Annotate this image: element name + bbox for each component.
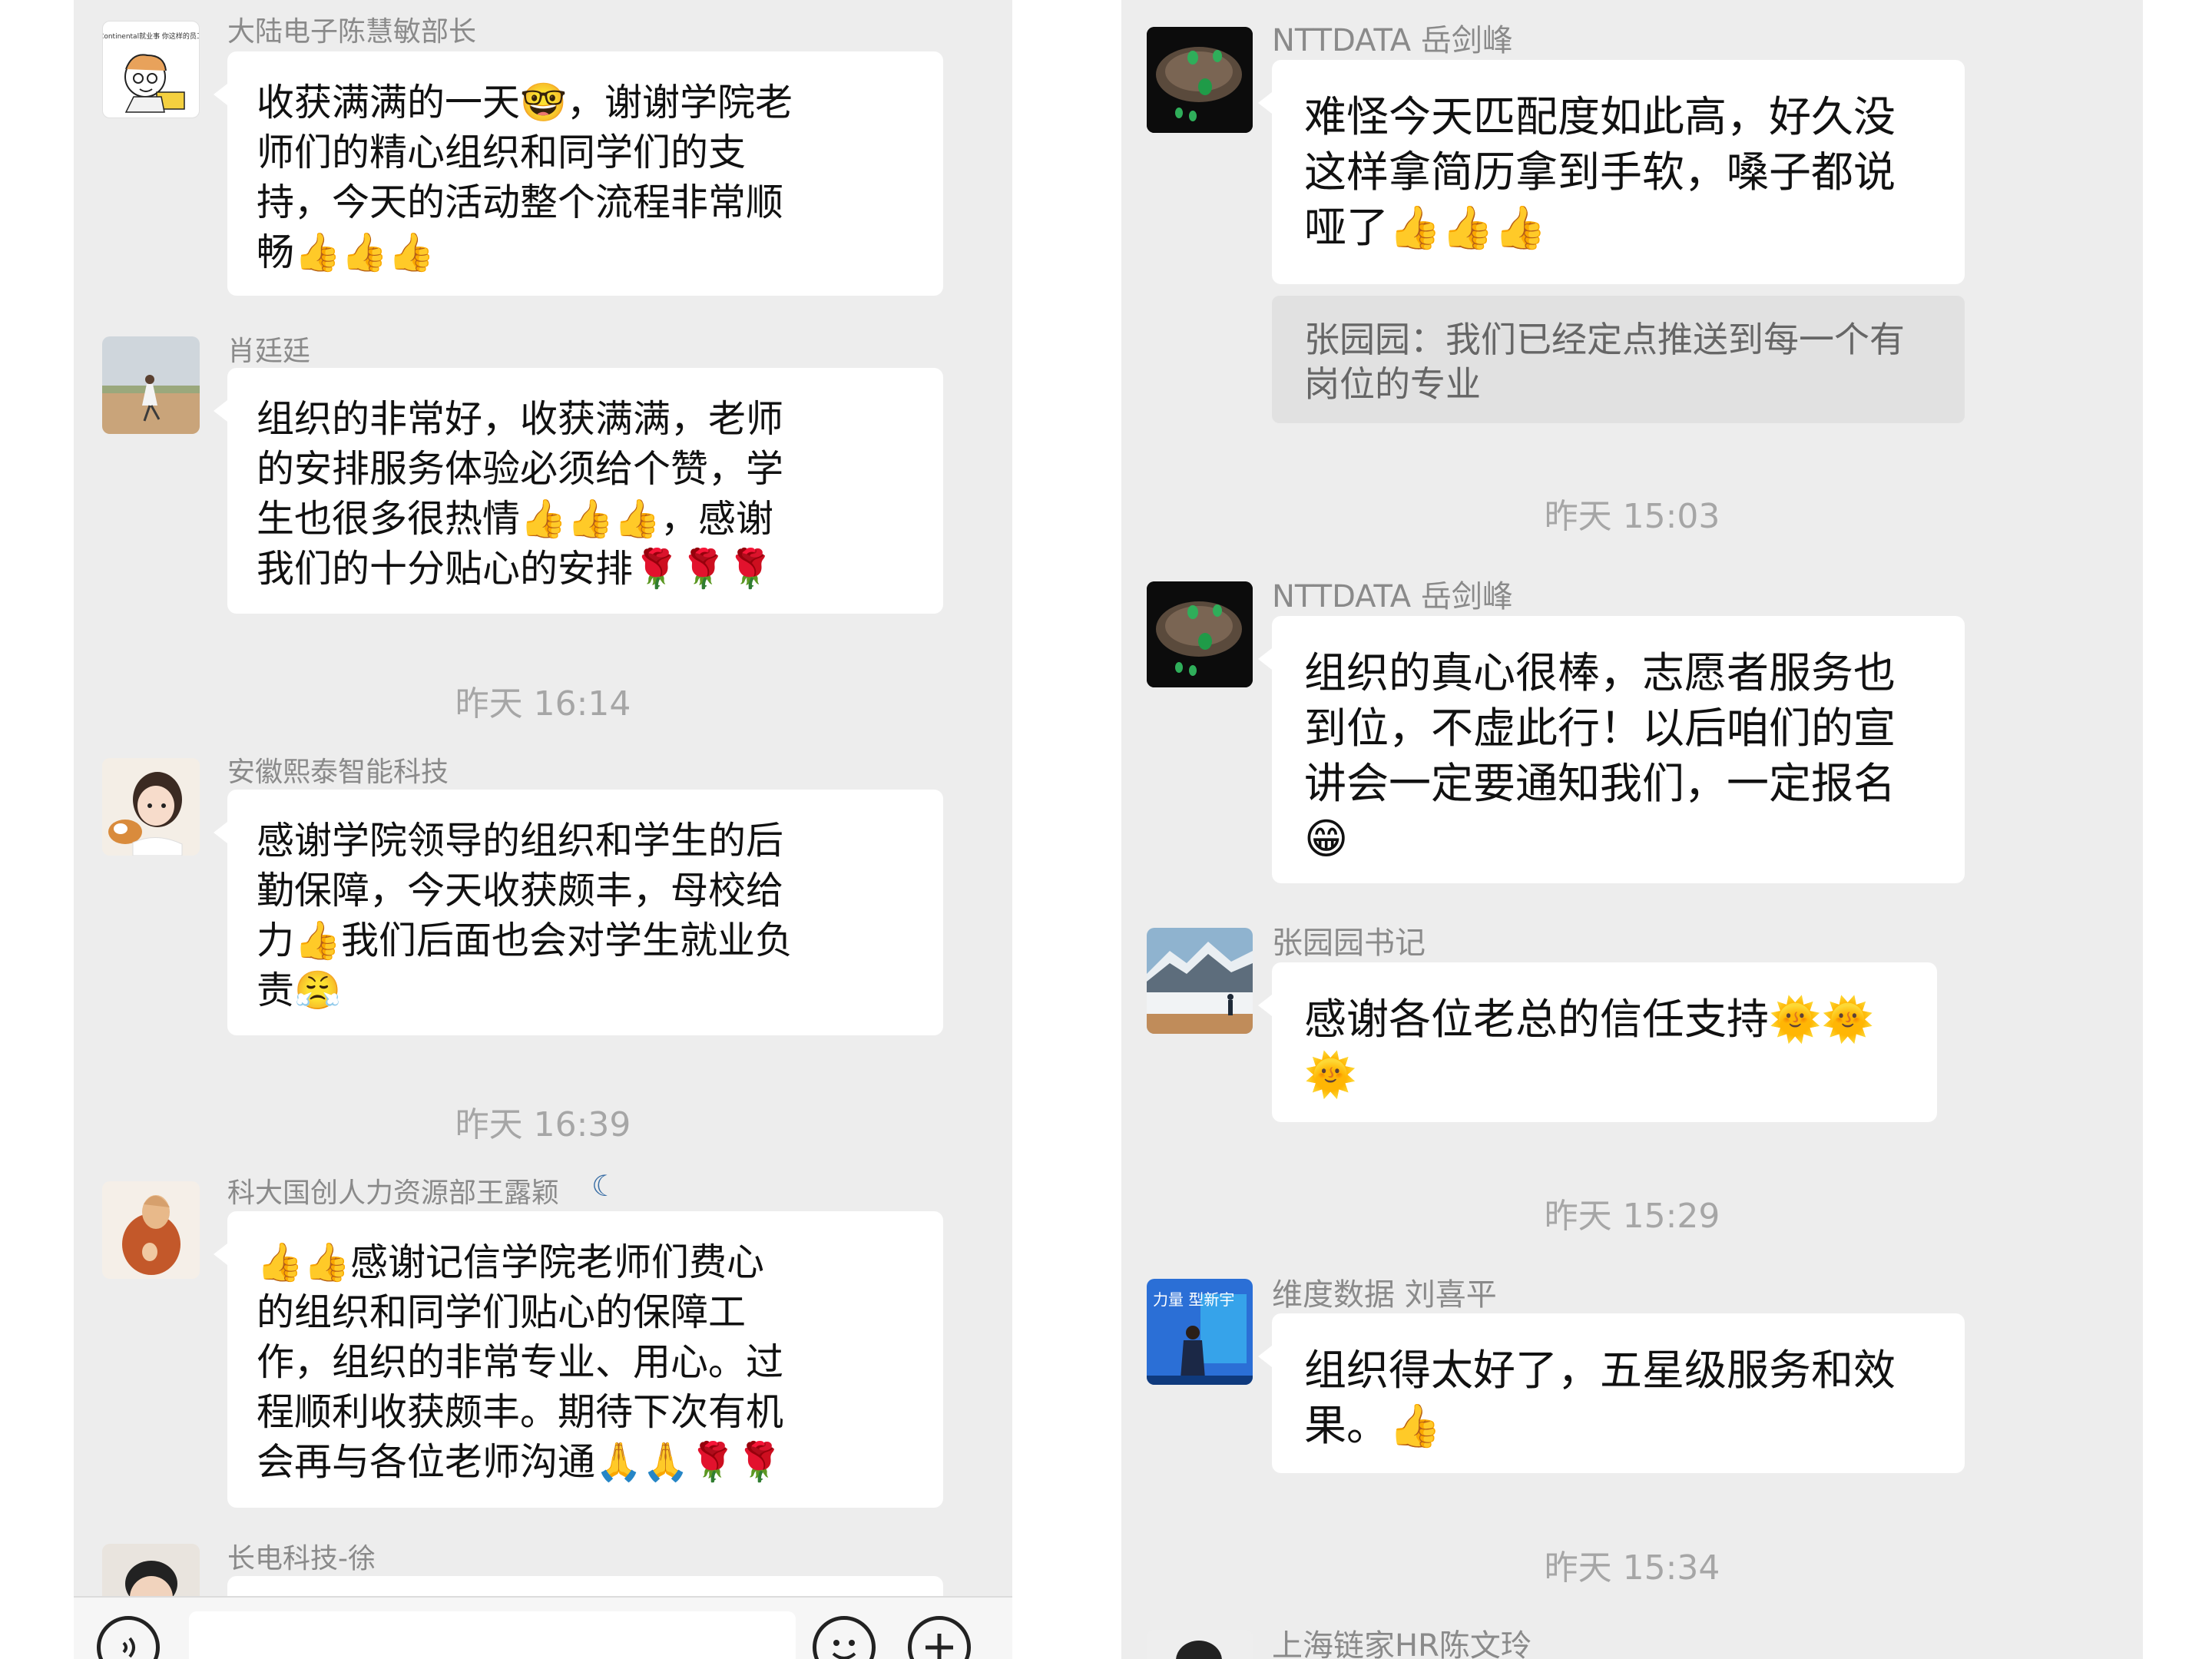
- input-bar: [74, 1596, 1012, 1659]
- voice-icon[interactable]: [97, 1616, 160, 1659]
- sender-name: 张园园书记: [1272, 926, 1426, 961]
- message-text: 难怪今天匹配度如此高，好久没 这样拿简历拿到手软，嗓子都说 哑了👍👍👍: [1304, 92, 1896, 252]
- emoji-icon[interactable]: [813, 1616, 876, 1659]
- timestamp: 昨天 16:14: [455, 684, 631, 724]
- timestamp: 昨天 15:29: [1544, 1197, 1720, 1236]
- chat-panel-left[interactable]: Continental就业事 你这样的员工 大陆电子陈慧敏部长 收获满满的一天🤓…: [74, 0, 1012, 1659]
- sender-name: NTTDATA 岳剑峰: [1272, 23, 1513, 58]
- message-text: 组织的真心很棒，志愿者服务也 到位，不虚此行！以后咱们的宣 讲会一定要通知我们，…: [1304, 648, 1896, 863]
- sender-name: 大陆电子陈慧敏部长: [227, 16, 477, 48]
- quoted-message[interactable]: 张园园：我们已经定点推送到每一个有 岗位的专业: [1272, 296, 1965, 423]
- avatar[interactable]: [102, 336, 200, 434]
- plus-icon[interactable]: [908, 1616, 971, 1659]
- avatar[interactable]: 力量 型新宇: [1147, 1279, 1253, 1385]
- avatar[interactable]: Continental就业事 你这样的员工: [102, 21, 200, 118]
- sender-name: 安徽熙泰智能科技: [227, 757, 449, 788]
- sender-name: 上海链家HR陈文玲: [1272, 1628, 1532, 1659]
- timestamp: 昨天 15:34: [1544, 1548, 1720, 1588]
- avatar[interactable]: [102, 1181, 200, 1279]
- chat-panel-right[interactable]: NTTDATA 岳剑峰 难怪今天匹配度如此高，好久没 这样拿简历拿到手软，嗓子都…: [1121, 0, 2143, 1659]
- moon-icon: ☾: [591, 1169, 618, 1203]
- message-bubble[interactable]: 收获满满的一天🤓，谢谢学院老 师们的精心组织和同学们的支 持，今天的活动整个流程…: [214, 51, 943, 296]
- sender-name: 长电科技-徐: [227, 1543, 376, 1575]
- avatar-caption: Continental就业事 你这样的员工: [103, 31, 200, 41]
- avatar[interactable]: [1147, 1630, 1253, 1659]
- sender-name: 科大国创人力资源部王露颖: [227, 1177, 560, 1209]
- message-bubble[interactable]: 难怪今天匹配度如此高，好久没 这样拿简历拿到手软，嗓子都说 哑了👍👍👍: [1258, 60, 1965, 284]
- avatar[interactable]: [1147, 928, 1253, 1034]
- message-text: 感谢各位老总的信任支持🌞🌞 🌞: [1304, 995, 1874, 1099]
- avatar[interactable]: [102, 758, 200, 856]
- message-bubble[interactable]: 感谢学院领导的组织和学生的后 勤保障，今天收获颇丰，母校给 力👍我们后面也会对学…: [214, 790, 943, 1035]
- avatar[interactable]: [1147, 27, 1253, 133]
- message-text: 组织的非常好，收获满满，老师 的安排服务体验必须给个赞，学 生也很多很热情👍👍👍…: [257, 397, 784, 591]
- avatar[interactable]: [1147, 581, 1253, 687]
- sender-name: 维度数据 刘喜平: [1272, 1277, 1497, 1313]
- message-text: 👍👍感谢记信学院老师们费心 的组织和同学们贴心的保障工 作，组织的非常专业、用心…: [257, 1240, 784, 1484]
- message-bubble[interactable]: 感谢各位老总的信任支持🌞🌞 🌞: [1258, 962, 1937, 1122]
- message-bubble[interactable]: 组织的真心很棒，志愿者服务也 到位，不虚此行！以后咱们的宣 讲会一定要通知我们，…: [1258, 616, 1965, 883]
- message-text: 收获满满的一天🤓，谢谢学院老 师们的精心组织和同学们的支 持，今天的活动整个流程…: [257, 81, 793, 274]
- message-text: 组织得太好了，五星级服务和效 果。👍: [1304, 1346, 1896, 1450]
- message-text: 感谢学院领导的组织和学生的后 勤保障，今天收获颇丰，母校给 力👍我们后面也会对学…: [257, 819, 793, 1012]
- timestamp: 昨天 16:39: [455, 1105, 631, 1144]
- avatar-caption: 力量 型新宇: [1153, 1290, 1234, 1309]
- message-bubble[interactable]: 👍👍感谢记信学院老师们费心 的组织和同学们贴心的保障工 作，组织的非常专业、用心…: [214, 1211, 943, 1508]
- message-bubble[interactable]: 组织的非常好，收获满满，老师 的安排服务体验必须给个赞，学 生也很多很热情👍👍👍…: [214, 368, 943, 614]
- message-bubble[interactable]: 组织得太好了，五星级服务和效 果。👍: [1258, 1313, 1965, 1473]
- message-input[interactable]: [189, 1611, 796, 1659]
- sender-name: 肖廷廷: [227, 336, 311, 367]
- timestamp: 昨天 15:03: [1544, 497, 1720, 536]
- sender-name: NTTDATA 岳剑峰: [1272, 579, 1513, 614]
